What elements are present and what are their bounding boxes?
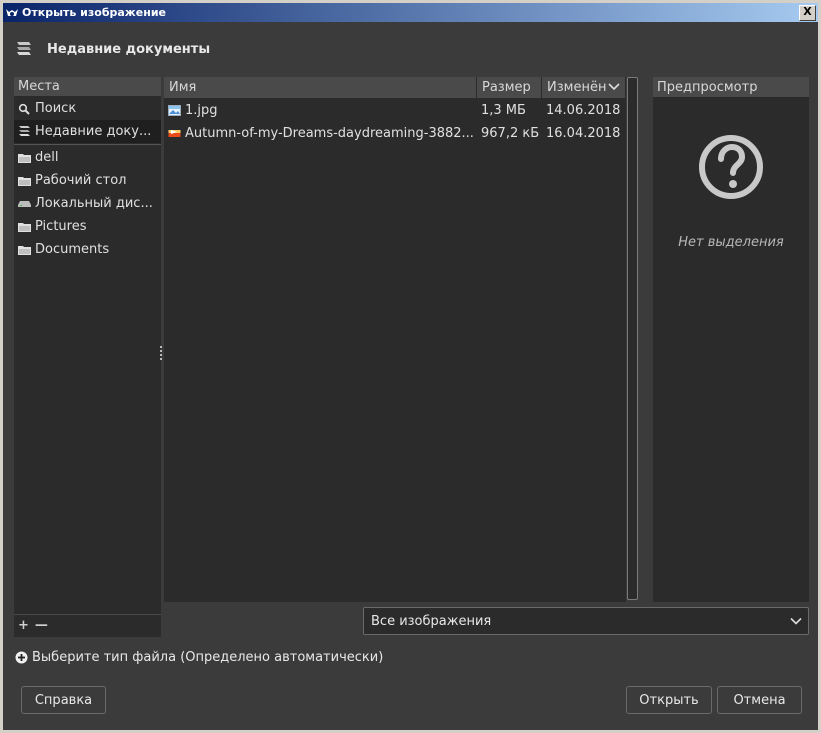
place-item-label: Поиск <box>35 101 77 116</box>
open-image-dialog: Недавние документы Места Поиск Недавние … <box>3 22 818 730</box>
places-divider <box>14 144 161 145</box>
place-item-search[interactable]: Поиск <box>14 97 161 120</box>
location-title: Недавние документы <box>47 41 211 57</box>
file-size: 1,3 МБ <box>481 102 526 118</box>
recent-icon <box>17 125 31 139</box>
open-button[interactable]: Открыть <box>626 686 712 714</box>
place-item-desktop[interactable]: Рабочий стол <box>14 169 161 192</box>
places-footer: + — <box>14 614 161 636</box>
file-list-header: Имя Размер Изменён <box>164 77 626 98</box>
file-name-cell: Autumn-of-my-Dreams-daydreaming-3882... <box>164 126 477 141</box>
search-icon <box>17 102 31 116</box>
place-item-label: Documents <box>35 242 110 257</box>
expand-plus-icon <box>15 651 28 664</box>
remove-place-button[interactable]: — <box>35 618 48 633</box>
file-modified: 16.04.2018 <box>546 125 621 141</box>
place-item-label: Недавние доку... <box>35 124 152 139</box>
place-item-label: Локальный дис... <box>35 196 153 211</box>
close-button[interactable]: X <box>799 5 816 21</box>
column-header-name[interactable]: Имя <box>164 77 477 98</box>
gimp-app-icon <box>5 6 19 20</box>
table-row[interactable]: Autumn-of-my-Dreams-daydreaming-3882... … <box>164 122 626 144</box>
place-item-label: dell <box>35 150 59 165</box>
folder-icon <box>17 174 31 188</box>
column-header-label: Изменён <box>547 80 607 95</box>
recent-icon <box>15 40 33 58</box>
place-item-local-disk[interactable]: Локальный дис... <box>14 192 161 215</box>
places-sidebar: Места Поиск Недавние доку... dell Рабочи… <box>14 77 161 637</box>
preview-header: Предпросмотр <box>653 77 809 98</box>
location-header: Недавние документы <box>15 38 210 60</box>
places-header: Места <box>14 77 161 97</box>
column-header-modified[interactable]: Изменён <box>542 77 626 98</box>
place-item-dell[interactable]: dell <box>14 146 161 169</box>
place-item-documents[interactable]: Documents <box>14 238 161 261</box>
place-item-label: Рабочий стол <box>35 173 127 188</box>
file-name: Autumn-of-my-Dreams-daydreaming-3882... <box>185 125 474 141</box>
folder-icon <box>17 220 31 234</box>
drive-icon <box>17 197 31 211</box>
question-icon <box>697 133 765 201</box>
image-file-icon <box>168 104 181 116</box>
cancel-button[interactable]: Отмена <box>717 686 802 714</box>
file-list-scrollbar[interactable] <box>627 77 638 600</box>
column-header-size[interactable]: Размер <box>477 77 542 98</box>
add-place-button[interactable]: + <box>18 618 29 633</box>
title-bar: Открыть изображение X <box>3 3 818 22</box>
place-item-pictures[interactable]: Pictures <box>14 215 161 238</box>
window-title: Открыть изображение <box>22 6 166 19</box>
preview-pane: Предпросмотр Нет выделения <box>653 77 809 602</box>
expander-label: Выберите тип файла (Определено автоматич… <box>32 650 384 665</box>
file-size: 967,2 кБ <box>481 125 540 141</box>
file-modified: 14.06.2018 <box>546 102 621 118</box>
place-item-label: Pictures <box>35 219 87 234</box>
file-name-cell: 1.jpg <box>164 103 477 118</box>
file-list: Имя Размер Изменён 1.jpg 1,3 МБ 14.06.20… <box>164 77 626 602</box>
file-type-expander[interactable]: Выберите тип файла (Определено автоматич… <box>15 650 383 665</box>
sort-descending-icon <box>608 80 621 95</box>
image-file-icon <box>168 128 181 139</box>
help-button[interactable]: Справка <box>21 686 106 714</box>
preview-empty-text: Нет выделения <box>678 235 784 250</box>
place-item-recent[interactable]: Недавние доку... <box>14 120 161 143</box>
pane-resize-handle[interactable] <box>160 346 163 364</box>
file-type-filter-select[interactable]: Все изображения <box>363 607 809 635</box>
chevron-down-icon <box>790 615 802 627</box>
folder-home-icon <box>17 151 31 165</box>
table-row[interactable]: 1.jpg 1,3 МБ 14.06.2018 <box>164 99 626 121</box>
filter-selected-value: Все изображения <box>371 613 492 629</box>
file-name: 1.jpg <box>185 102 218 118</box>
folder-icon <box>17 243 31 257</box>
